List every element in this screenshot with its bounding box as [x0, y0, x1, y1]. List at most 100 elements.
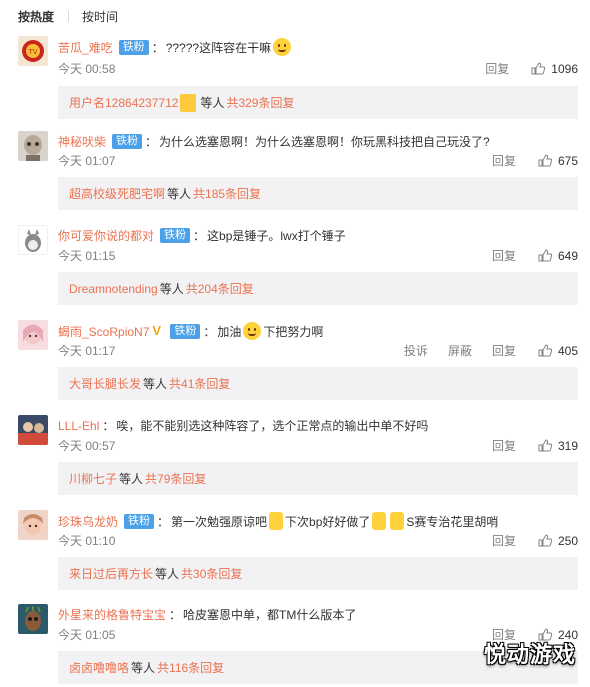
comment-line: 蝎雨_ScoRpioN7 V 铁粉 ： 加油 下把努力啊	[58, 322, 323, 340]
avatar[interactable]	[18, 510, 48, 540]
reply-others: 等人	[131, 661, 156, 675]
praying-emoji-icon	[390, 512, 405, 530]
reply-summary[interactable]: 用户名12864237712 等人 共329条回复	[58, 86, 578, 119]
reply-summary[interactable]: Dreamnotending 等人 共204条回复	[58, 272, 578, 305]
reply-others: 等人	[167, 187, 192, 201]
reply-username[interactable]: 川柳七子	[69, 470, 117, 487]
site-watermark: 悦动游戏	[483, 642, 576, 667]
like-button[interactable]: 319	[538, 439, 578, 453]
praying-emoji-icon	[269, 512, 284, 530]
fan-badge[interactable]: 铁粉	[124, 513, 155, 529]
reply-count[interactable]: 共41条回复	[169, 375, 230, 392]
reply-button[interactable]: 回复	[492, 247, 516, 264]
avatar[interactable]	[18, 225, 48, 255]
like-count: 649	[557, 248, 578, 263]
comment-time: 今天 01:17	[58, 344, 116, 358]
like-count: 250	[557, 533, 578, 548]
praying-emoji-icon	[372, 512, 387, 530]
reply-others: 等人	[155, 567, 180, 581]
username-link[interactable]: 神秘吠柴	[58, 133, 106, 150]
comment-line: 神秘吠柴 铁粉 ： 为什么选塞恩啊！为什么选塞恩啊！你玩黑科技把自己玩没了?	[58, 133, 490, 150]
reply-button[interactable]: 回复	[492, 437, 516, 454]
like-button[interactable]: 649	[538, 249, 578, 263]
avatar[interactable]	[18, 604, 48, 634]
reply-button[interactable]: 回复	[485, 60, 509, 77]
reply-count[interactable]: 共79条回复	[145, 470, 206, 487]
reply-summary[interactable]: 川柳七子 等人 共79条回复	[58, 462, 578, 495]
colon: ：	[203, 324, 216, 339]
username-link[interactable]: 苦瓜_难吃	[58, 39, 113, 56]
comment-meta: 今天 01:07 回复 675	[58, 152, 578, 169]
reply-summary[interactable]: 超高校级死肥宅啊 等人 共185条回复	[58, 177, 578, 210]
reply-username[interactable]: Dreamnotending	[69, 282, 158, 296]
colon: ：	[102, 419, 115, 433]
reply-count[interactable]: 共185条回复	[193, 185, 261, 202]
reply-count[interactable]: 共329条回复	[226, 94, 294, 111]
comment-time: 今天 00:58	[58, 62, 116, 76]
comment-text: ?????这阵容在干嘛	[165, 40, 272, 55]
reply-username[interactable]: 来日过后再方长	[69, 565, 153, 582]
reply-username[interactable]: 用户名12864237712	[69, 94, 178, 111]
username-link[interactable]: LLL-Ehl	[58, 419, 99, 433]
comment-text-end: 下把努力啊	[263, 324, 324, 339]
fan-badge[interactable]: 铁粉	[112, 134, 143, 149]
comment-text: 这bp是锤子。lwx打个锤子	[207, 229, 346, 243]
comment-meta: 今天 01:17 投诉 屏蔽 回复 405	[58, 342, 578, 359]
username-link[interactable]: 蝎雨_ScoRpioN7	[58, 323, 149, 340]
thumbs-up-icon	[538, 439, 552, 452]
avatar[interactable]	[18, 415, 48, 445]
reply-others: 等人	[119, 472, 144, 486]
reply-count[interactable]: 共30条回复	[181, 565, 242, 582]
reply-summary[interactable]: 大哥长腿长发 等人 共41条回复	[58, 367, 578, 400]
like-button[interactable]: 675	[538, 154, 578, 168]
like-count: 675	[557, 153, 578, 168]
sort-divider	[68, 10, 70, 22]
reply-button[interactable]: 回复	[492, 532, 516, 549]
colon: ：	[193, 229, 206, 243]
fan-badge[interactable]: 铁粉	[160, 228, 191, 243]
avatar[interactable]	[18, 320, 48, 350]
comment-meta: 今天 00:58 回复 1096	[58, 60, 578, 77]
comment-line: 珍珠乌龙奶 铁粉 ： 第一次勉强原谅吧 下次bp好好做了 S赛专治花里胡哨	[58, 512, 498, 530]
comment-text-middle: 下次bp好好做了	[285, 514, 371, 529]
fan-badge[interactable]: 铁粉	[170, 323, 201, 339]
reply-count[interactable]: 共204条回复	[186, 280, 254, 297]
reply-summary[interactable]: 来日过后再方长 等人 共30条回复	[58, 557, 578, 590]
comment-time: 今天 01:15	[58, 249, 116, 263]
comment-text: 唉，能不能别选这种阵容了，选个正常点的输出中单不好吗	[116, 419, 429, 433]
block-button[interactable]: 屏蔽	[448, 342, 472, 359]
reply-button[interactable]: 回复	[492, 152, 516, 169]
sort-by-hot-tab[interactable]: 按热度	[18, 8, 54, 25]
reply-username[interactable]: 超高校级死肥宅啊	[69, 185, 165, 202]
username-link[interactable]: 珍珠乌龙奶	[58, 513, 118, 530]
thumbs-up-icon	[538, 344, 552, 357]
comment-line: 苦瓜_难吃 铁粉 ： ?????这阵容在干嘛	[58, 38, 293, 56]
username-link[interactable]: 外星来的格鲁特宝宝	[58, 606, 166, 623]
reply-username[interactable]: 大哥长腿长发	[69, 375, 141, 392]
comment-line: LLL-Ehl ： 唉，能不能别选这种阵容了，选个正常点的输出中单不好吗	[58, 417, 428, 434]
colon: ：	[151, 40, 164, 55]
sort-by-time-tab[interactable]: 按时间	[82, 8, 118, 25]
thumbs-up-icon	[531, 62, 546, 75]
avatar[interactable]	[18, 131, 48, 161]
like-button[interactable]: 405	[538, 344, 578, 358]
reply-others: 等人	[143, 377, 168, 391]
thumbs-up-icon	[538, 249, 552, 262]
svg-text:TV: TV	[27, 48, 37, 56]
reply-button[interactable]: 回复	[492, 342, 516, 359]
thumbs-up-icon	[538, 534, 552, 547]
crying-emoji-icon	[243, 322, 262, 340]
comment-line: 外星来的格鲁特宝宝 ： 哈皮塞恩中单，都TM什么版本了	[58, 606, 356, 623]
reply-username[interactable]: 卤卤噜噜咯	[69, 659, 129, 676]
like-button[interactable]: 1096	[531, 62, 578, 76]
like-button[interactable]: 250	[538, 534, 578, 548]
report-button[interactable]: 投诉	[404, 342, 428, 359]
colon: ：	[157, 514, 170, 529]
comment-meta: 今天 00:57 回复 319	[58, 437, 578, 454]
username-link[interactable]: 你可爱你说的都对	[58, 227, 154, 244]
reply-count[interactable]: 共116条回复	[157, 659, 224, 676]
comment-text: 加油	[217, 324, 242, 339]
medal-emoji-icon	[180, 93, 197, 112]
fan-badge[interactable]: 铁粉	[118, 39, 149, 55]
avatar[interactable]: TV	[18, 36, 48, 66]
